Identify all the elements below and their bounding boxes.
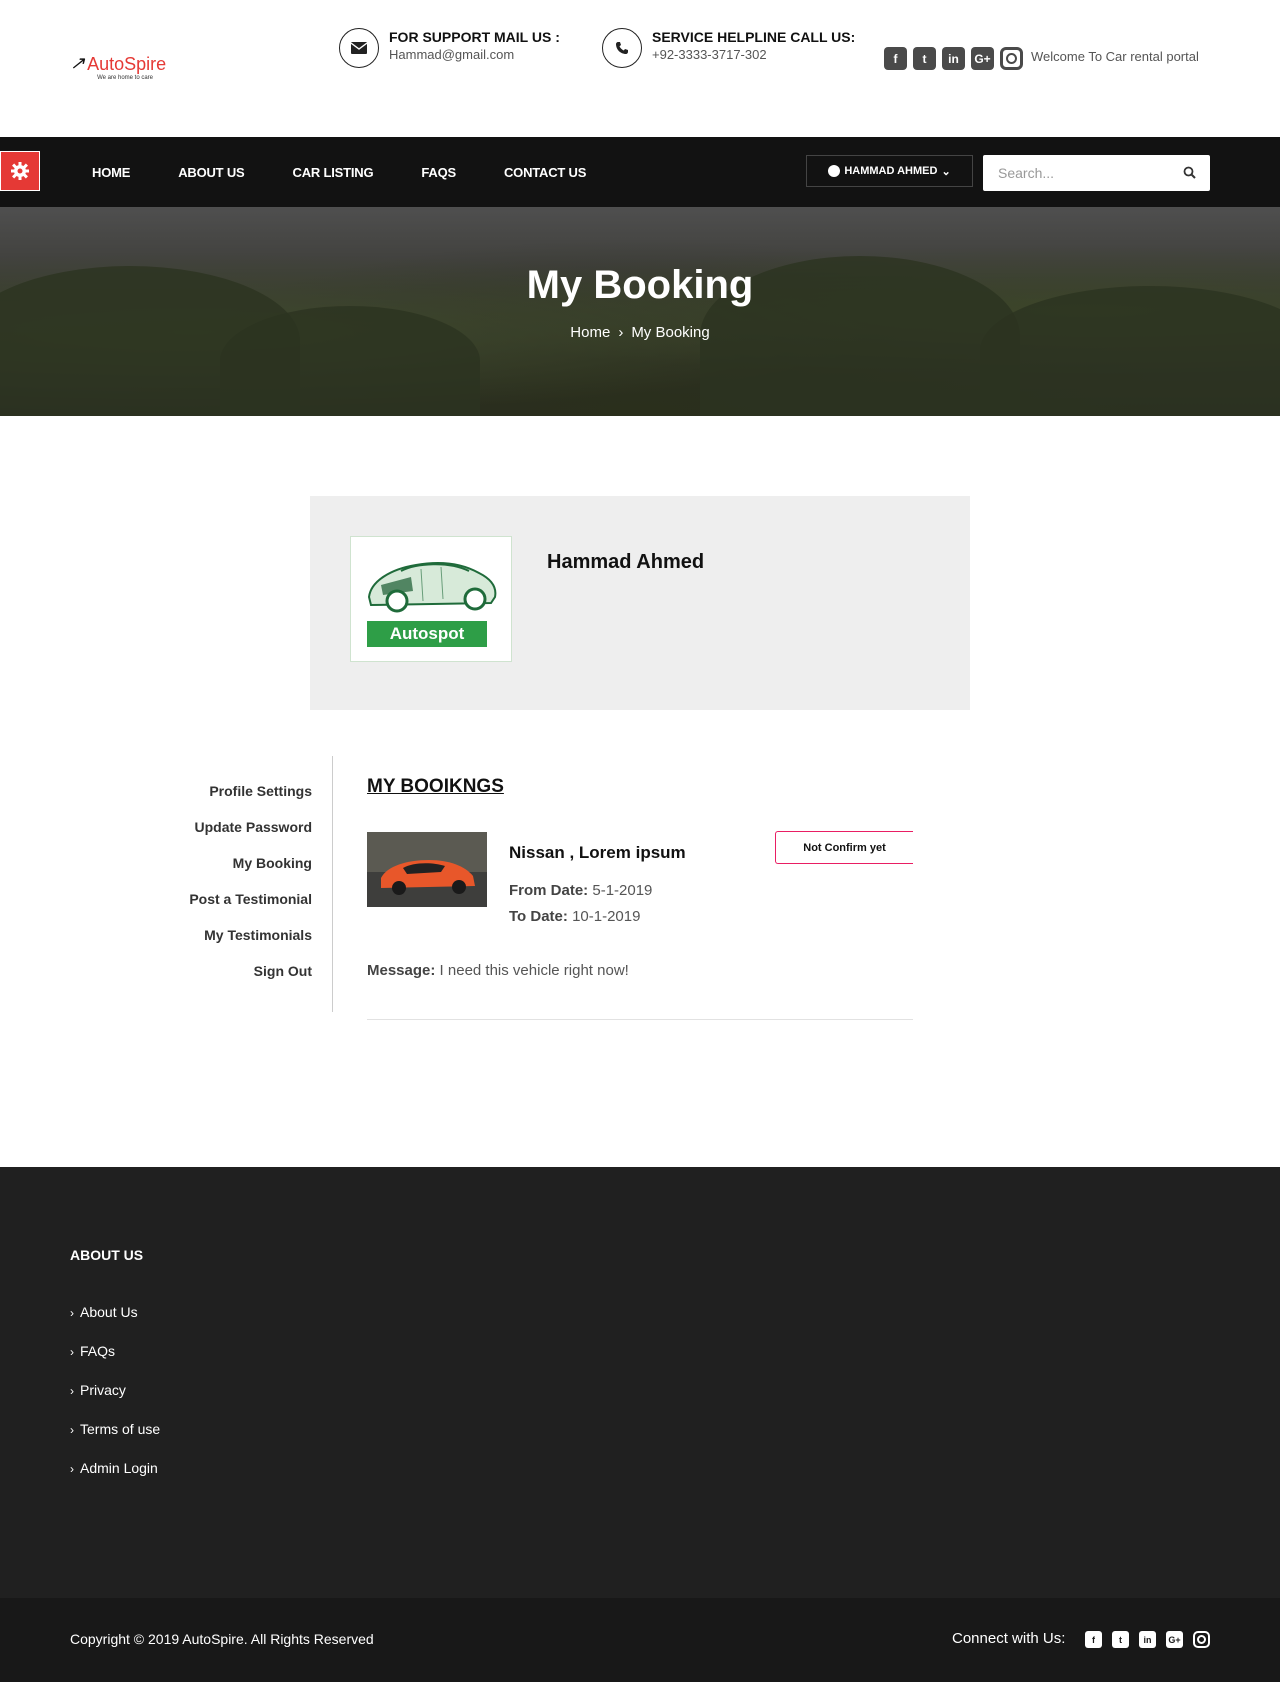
menu-my-testimonials[interactable]: My Testimonials [150,924,312,960]
breadcrumb-current: My Booking [631,324,710,341]
to-date-label: To Date: [509,908,568,925]
profile-name: Hammad Ahmed [547,551,705,573]
to-date-value: 10-1-2019 [572,908,641,925]
user-menu-button[interactable]: HAMMAD AHMED ⌄ [806,155,973,187]
twitter-icon[interactable]: t [1112,1631,1129,1648]
service-helpline: SERVICE HELPLINE CALL US: +92-3333-3717-… [602,28,855,68]
menu-my-booking[interactable]: My Booking [150,852,312,888]
logo-tagline: We are home to care [97,75,154,81]
settings-gear-button[interactable] [0,151,40,191]
social-links-bottom: f t in G+ [1085,1631,1210,1648]
footer-link-label: About Us [80,1304,138,1320]
support-mail: FOR SUPPORT MAIL US : Hammad@gmail.com [339,28,560,68]
chevron-right-icon: › [70,1345,74,1359]
from-date-value: 5-1-2019 [592,882,653,899]
avatar: Autospot [350,536,512,662]
footer-link-about-us[interactable]: › About Us [70,1303,160,1342]
nav-home[interactable]: HOME [92,165,130,180]
copyright: Copyright © 2019 AutoSpire. All Rights R… [70,1631,374,1647]
footer-heading: ABOUT US [70,1247,144,1263]
linkedin-icon[interactable]: in [1139,1631,1156,1648]
booking-car-image[interactable] [367,832,487,907]
logo-name: AutoSpire [87,54,167,74]
banner-foliage [220,306,480,416]
footer: ABOUT US › About Us › FAQs › Privacy › Terms… [0,1167,1280,1598]
twitter-icon[interactable]: t [913,47,936,70]
facebook-icon[interactable]: f [884,47,907,70]
social-links-top: f t in G+ [884,47,1023,70]
avatar-brand-label: Autospot [367,621,487,647]
menu-post-testimonial[interactable]: Post a Testimonial [150,888,312,924]
menu-profile-settings[interactable]: Profile Settings [150,780,312,816]
footer-link-label: Privacy [80,1382,126,1398]
connect-label: Connect with Us: [952,1630,1066,1647]
divider [367,1019,913,1020]
footer-link-label: Admin Login [80,1460,158,1476]
menu-sign-out[interactable]: Sign Out [150,960,312,996]
google-plus-icon[interactable]: G+ [971,47,994,70]
breadcrumb-home[interactable]: Home [570,324,610,341]
nav-car-listing[interactable]: CAR LISTING [293,165,374,180]
user-circle-icon [828,165,841,177]
booking-message: Message: I need this vehicle right now! [367,962,629,979]
user-name: HAMMAD AHMED [844,165,938,177]
footer-link-label: Terms of use [80,1421,161,1437]
search-box [983,155,1210,191]
footer-link-label: FAQs [80,1343,116,1359]
main-nav: HOME ABOUT US CAR LISTING FAQS CONTACT U… [0,137,1280,207]
helpline-value[interactable]: +92-3333-3717-302 [652,46,855,64]
nav-about-us[interactable]: ABOUT US [178,165,244,180]
footer-link-admin-login[interactable]: › Admin Login [70,1459,160,1498]
profile-card: Autospot Hammad Ahmed [310,496,970,710]
footer-link-terms[interactable]: › Terms of use [70,1420,160,1459]
message-text: I need this vehicle right now! [439,962,629,979]
gear-icon [11,162,29,180]
page-title: My Booking [526,263,754,307]
status-badge: Not Confirm yet [775,831,913,864]
welcome-text: Welcome To Car rental portal [1031,49,1199,64]
logo-mark-icon: ↗ [70,53,86,73]
menu-update-password[interactable]: Update Password [150,816,312,852]
nav-contact-us[interactable]: CONTACT US [504,165,586,180]
footer-link-privacy[interactable]: › Privacy [70,1381,160,1420]
bookings-title: MY BOOIKNGS [367,776,504,797]
chevron-right-icon: › [70,1384,74,1398]
support-mail-title: FOR SUPPORT MAIL US : [389,29,560,45]
top-header: ↗ AutoSpire We are home to care FOR SUPP… [0,0,1280,137]
chevron-right-icon: › [70,1306,74,1320]
linkedin-icon[interactable]: in [942,47,965,70]
booking-to-date: To Date: 10-1-2019 [509,908,640,925]
support-mail-value[interactable]: Hammad@gmail.com [389,46,560,64]
search-input[interactable] [983,155,1163,191]
breadcrumb: Home › My Booking [0,324,1280,341]
booking-car-name[interactable]: Nissan , Lorem ipsum [509,843,686,863]
car-sketch-icon [367,562,497,613]
google-plus-icon[interactable]: G+ [1166,1631,1183,1648]
from-date-label: From Date: [509,882,589,899]
booking-from-date: From Date: 5-1-2019 [509,882,652,899]
search-icon[interactable] [1183,166,1196,179]
chevron-right-icon: › [618,324,624,341]
phone-icon [602,28,642,68]
divider [332,756,333,1012]
facebook-icon[interactable]: f [1085,1631,1102,1648]
footer-links: › About Us › FAQs › Privacy › Terms of use ›… [70,1303,160,1498]
envelope-icon [339,28,379,68]
chevron-right-icon: › [70,1423,74,1437]
bottom-bar: Copyright © 2019 AutoSpire. All Rights R… [0,1598,1280,1682]
instagram-icon[interactable] [1193,1631,1210,1648]
chevron-right-icon: › [70,1462,74,1476]
nav-faqs[interactable]: FAQS [421,165,456,180]
page-banner: My Booking Home › My Booking [0,207,1280,416]
message-label: Message: [367,962,436,979]
chevron-down-icon: ⌄ [941,165,951,178]
account-side-menu: Profile Settings Update Password My Book… [150,780,312,996]
instagram-icon[interactable] [1000,47,1023,70]
helpline-title: SERVICE HELPLINE CALL US: [652,29,856,45]
footer-link-faqs[interactable]: › FAQs [70,1342,160,1381]
logo[interactable]: ↗ AutoSpire We are home to care [70,54,166,82]
